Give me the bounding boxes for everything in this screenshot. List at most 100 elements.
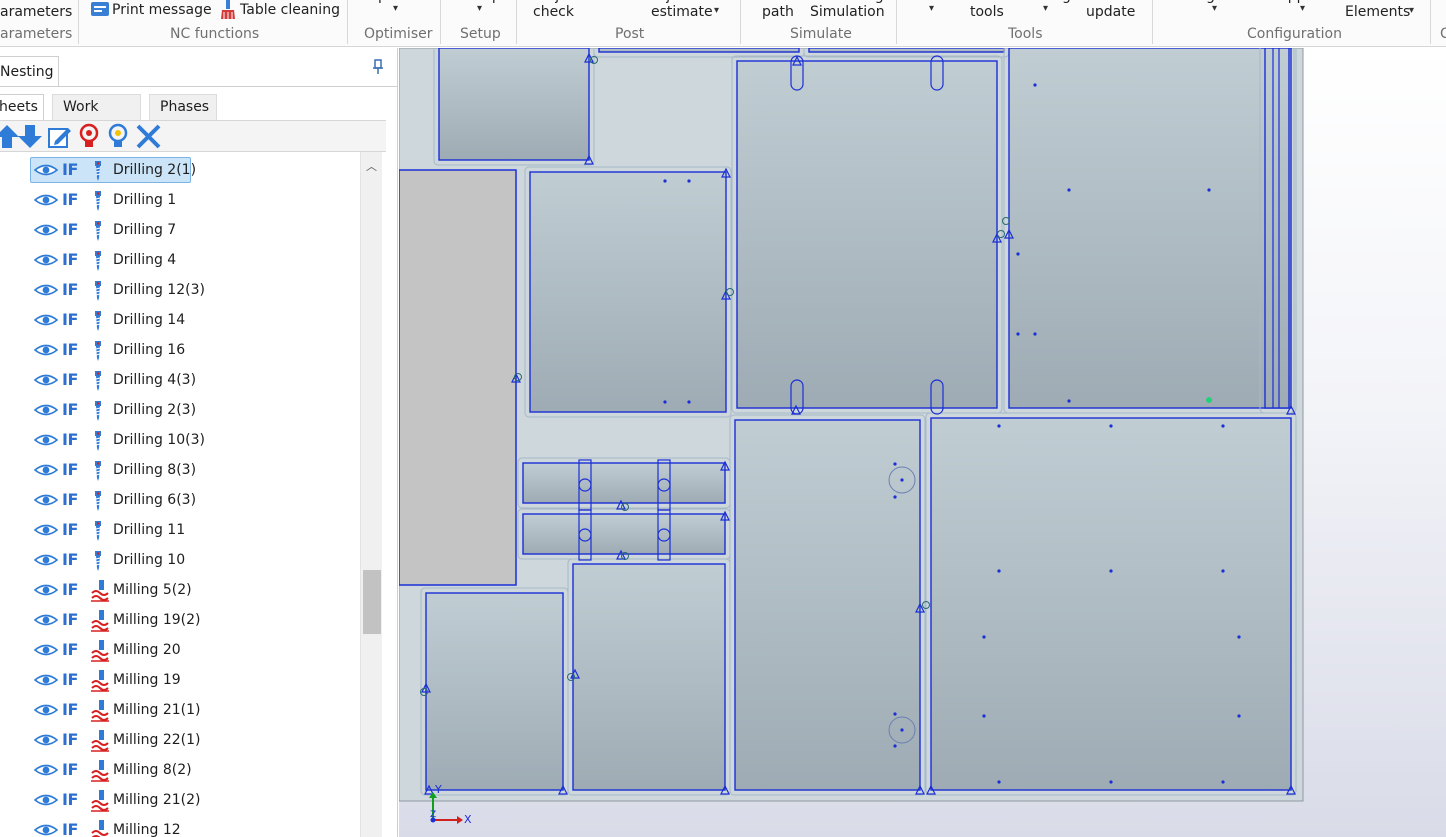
pin-icon[interactable] xyxy=(371,59,385,75)
optimiser-dropdown-caret[interactable]: ▾ xyxy=(393,4,398,14)
tree-item[interactable]: IF Milling 20 xyxy=(30,637,360,663)
tree-item[interactable]: IF Drilling 10 xyxy=(30,547,360,573)
ribbon-item-elements[interactable]: Elements xyxy=(1345,4,1410,20)
lightbulb-off-icon[interactable] xyxy=(76,123,103,150)
tree-item[interactable]: IF Drilling 4(3) xyxy=(30,367,360,393)
tree-item[interactable]: IF Drilling 14 xyxy=(30,307,360,333)
tree-item-label: Drilling 14 xyxy=(113,312,186,328)
visibility-eye-icon[interactable] xyxy=(33,194,59,210)
tree-item[interactable]: IF Drilling 2(1) xyxy=(30,157,360,183)
part-outline xyxy=(808,48,1005,53)
visibility-eye-icon[interactable] xyxy=(33,554,59,570)
tree-item[interactable]: IF Drilling 1 xyxy=(30,187,360,213)
tree-item[interactable]: IF Drilling 16 xyxy=(30,337,360,363)
visibility-eye-icon[interactable] xyxy=(33,374,59,390)
nesting-viewport[interactable]: X Y Z xyxy=(399,48,1446,837)
nesting-canvas[interactable]: X Y Z xyxy=(399,48,1446,837)
lightbulb-on-icon[interactable] xyxy=(105,123,132,150)
tab-sheets[interactable]: heets xyxy=(0,94,44,120)
tree-item[interactable]: IF Drilling 6(3) xyxy=(30,487,360,513)
ribbon-separator xyxy=(896,0,897,44)
drill-point xyxy=(982,714,986,718)
tree-item[interactable]: IF Drilling 2(3) xyxy=(30,397,360,423)
milling-icon xyxy=(90,640,110,666)
configuration-dropdown-caret[interactable]: ▾ xyxy=(1212,4,1217,14)
tree-scrollbar[interactable]: ︿ xyxy=(360,152,382,837)
visibility-eye-icon[interactable] xyxy=(33,794,59,810)
setup-dropdown-caret[interactable]: ▾ xyxy=(477,4,482,14)
move-down-icon[interactable] xyxy=(17,123,44,150)
visibility-eye-icon[interactable] xyxy=(33,644,59,660)
tab-work-tops[interactable]: Work tops xyxy=(52,94,141,139)
visibility-eye-icon[interactable] xyxy=(33,674,59,690)
tree-item-label: Milling 19 xyxy=(113,672,181,688)
visibility-eye-icon[interactable] xyxy=(33,314,59,330)
tree-item[interactable]: IF Milling 8(2) xyxy=(30,757,360,783)
tree-item[interactable]: IF Drilling 11 xyxy=(30,517,360,543)
ribbon-item-post[interactable]: Post xyxy=(597,0,626,4)
tree-item[interactable]: IF Drilling 8(3) xyxy=(30,457,360,483)
ribbon-item-update[interactable]: update xyxy=(1086,4,1135,20)
visibility-eye-icon[interactable] xyxy=(33,284,59,300)
ribbon-item-simulation[interactable]: Simulation xyxy=(810,4,885,20)
tree-item[interactable]: IF Drilling 4 xyxy=(30,247,360,273)
if-badge: IF xyxy=(62,580,78,599)
scrap-area xyxy=(399,169,517,586)
project-time-estimate-caret[interactable]: ▾ xyxy=(714,6,719,16)
ribbon-item-estimate[interactable]: estimate xyxy=(651,4,713,20)
nested-part xyxy=(567,558,731,796)
visibility-eye-icon[interactable] xyxy=(33,164,59,180)
tree-item[interactable]: IF Drilling 7 xyxy=(30,217,360,243)
supports-dropdown-caret[interactable]: ▾ xyxy=(1300,4,1305,14)
ribbon-separator xyxy=(440,0,441,44)
tree-item[interactable]: IF Drilling 12(3) xyxy=(30,277,360,303)
ribbon-item-tools[interactable]: tools xyxy=(970,4,1004,20)
ribbon-item-optimiser[interactable]: Optimiser xyxy=(367,0,435,4)
visibility-eye-icon[interactable] xyxy=(33,254,59,270)
nested-part xyxy=(517,508,731,560)
visibility-eye-icon[interactable] xyxy=(33,734,59,750)
delete-icon[interactable] xyxy=(135,123,162,150)
tab-nesting[interactable]: Nesting xyxy=(0,56,59,86)
if-badge: IF xyxy=(62,730,78,749)
tab-phases[interactable]: Phases xyxy=(149,94,217,120)
part-outline xyxy=(522,513,726,555)
visibility-eye-icon[interactable] xyxy=(33,584,59,600)
scroll-up-icon[interactable]: ︿ xyxy=(366,158,377,174)
visibility-eye-icon[interactable] xyxy=(33,434,59,450)
ribbon-item-check[interactable]: check xyxy=(533,4,574,20)
nesting-panel: Nesting heets Work tops Phases xyxy=(0,48,398,837)
visibility-eye-icon[interactable] xyxy=(33,404,59,420)
machine-elements-caret[interactable]: ▾ xyxy=(1409,6,1414,16)
tree-item[interactable]: IF Drilling 10(3) xyxy=(30,427,360,453)
scrollbar-thumb[interactable] xyxy=(363,570,381,634)
visibility-eye-icon[interactable] xyxy=(33,224,59,240)
ribbon-item-arameters[interactable]: arameters xyxy=(0,4,72,20)
visibility-eye-icon[interactable] xyxy=(33,824,59,837)
visibility-eye-icon[interactable] xyxy=(33,344,59,360)
visibility-eye-icon[interactable] xyxy=(33,464,59,480)
tree-item[interactable]: IF Milling 21(2) xyxy=(30,787,360,813)
tree-item-label: Milling 20 xyxy=(113,642,181,658)
visibility-eye-icon[interactable] xyxy=(33,494,59,510)
tree-item[interactable]: IF Milling 21(1) xyxy=(30,697,360,723)
axis-y-label: Y xyxy=(434,783,442,796)
tree-item[interactable]: IF Milling 19(2) xyxy=(30,607,360,633)
tree-item[interactable]: IF Milling 5(2) xyxy=(30,577,360,603)
ribbon-item-path[interactable]: path xyxy=(762,4,794,20)
ribbon-item-configuration[interactable]: Configuration xyxy=(1170,0,1265,4)
nested-part xyxy=(1259,48,1295,414)
tooling-dropdown-caret[interactable]: ▾ xyxy=(1043,4,1048,14)
visibility-eye-icon[interactable] xyxy=(33,764,59,780)
visibility-eye-icon[interactable] xyxy=(33,524,59,540)
tools-dropdown-caret[interactable]: ▾ xyxy=(929,4,934,14)
visibility-eye-icon[interactable] xyxy=(33,704,59,720)
tree-item[interactable]: IF Milling 12 xyxy=(30,817,360,837)
ribbon-item-print-message[interactable]: Print message xyxy=(112,2,212,18)
part-outline xyxy=(572,563,726,791)
edit-icon[interactable] xyxy=(46,123,73,150)
tree-item[interactable]: IF Milling 22(1) xyxy=(30,727,360,753)
tree-item[interactable]: IF Milling 19 xyxy=(30,667,360,693)
ribbon-item-table-cleaning[interactable]: Table cleaning xyxy=(240,2,340,18)
visibility-eye-icon[interactable] xyxy=(33,614,59,630)
